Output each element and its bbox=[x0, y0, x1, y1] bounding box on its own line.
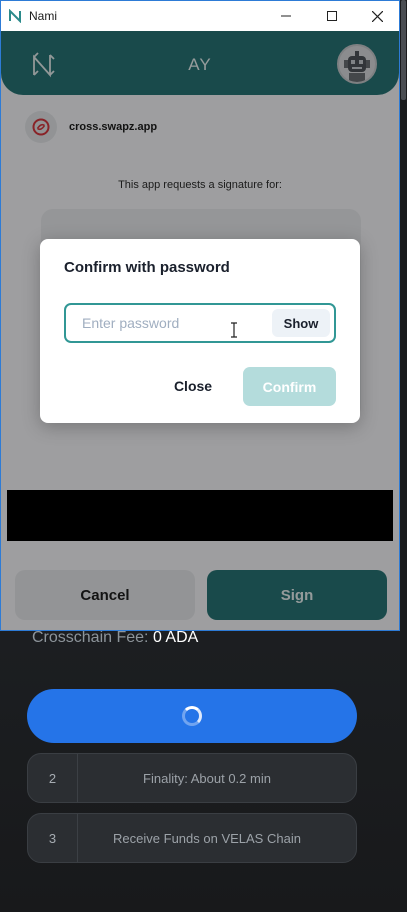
close-button[interactable]: Close bbox=[164, 367, 222, 405]
confirm-password-modal: Confirm with password Show Close Confirm bbox=[40, 239, 360, 423]
step-number: 3 bbox=[28, 814, 78, 862]
step-number: 2 bbox=[28, 754, 78, 802]
close-icon bbox=[371, 10, 383, 22]
password-input[interactable] bbox=[66, 305, 272, 341]
window-close-button[interactable] bbox=[354, 1, 399, 31]
text-cursor-icon bbox=[231, 322, 237, 338]
confirm-button[interactable]: Confirm bbox=[243, 367, 336, 406]
modal-title: Confirm with password bbox=[64, 259, 230, 276]
progress-button[interactable] bbox=[27, 689, 357, 743]
title-bar[interactable]: Nami bbox=[1, 1, 399, 31]
scrollbar[interactable] bbox=[400, 0, 407, 912]
maximize-icon bbox=[327, 11, 337, 21]
crosschain-fee: Crosschain Fee: 0 ADA bbox=[32, 629, 198, 647]
window-title: Nami bbox=[29, 9, 58, 23]
maximize-button[interactable] bbox=[309, 1, 355, 31]
crosschain-fee-value: 0 ADA bbox=[152, 629, 199, 646]
step-item-receive: 3 Receive Funds on VELAS Chain bbox=[27, 813, 357, 863]
loading-spinner-icon bbox=[182, 706, 202, 726]
nami-logo-icon bbox=[9, 9, 21, 23]
step-item-finality: 2 Finality: About 0.2 min bbox=[27, 753, 357, 803]
step-label: Finality: About 0.2 min bbox=[143, 770, 271, 786]
step-label: Receive Funds on VELAS Chain bbox=[113, 830, 301, 846]
minimize-button[interactable] bbox=[263, 1, 309, 31]
show-password-button[interactable]: Show bbox=[272, 309, 330, 337]
password-field[interactable]: Show bbox=[64, 303, 336, 343]
crosschain-fee-label: Crosschain Fee: bbox=[32, 629, 149, 646]
minimize-icon bbox=[281, 15, 291, 17]
